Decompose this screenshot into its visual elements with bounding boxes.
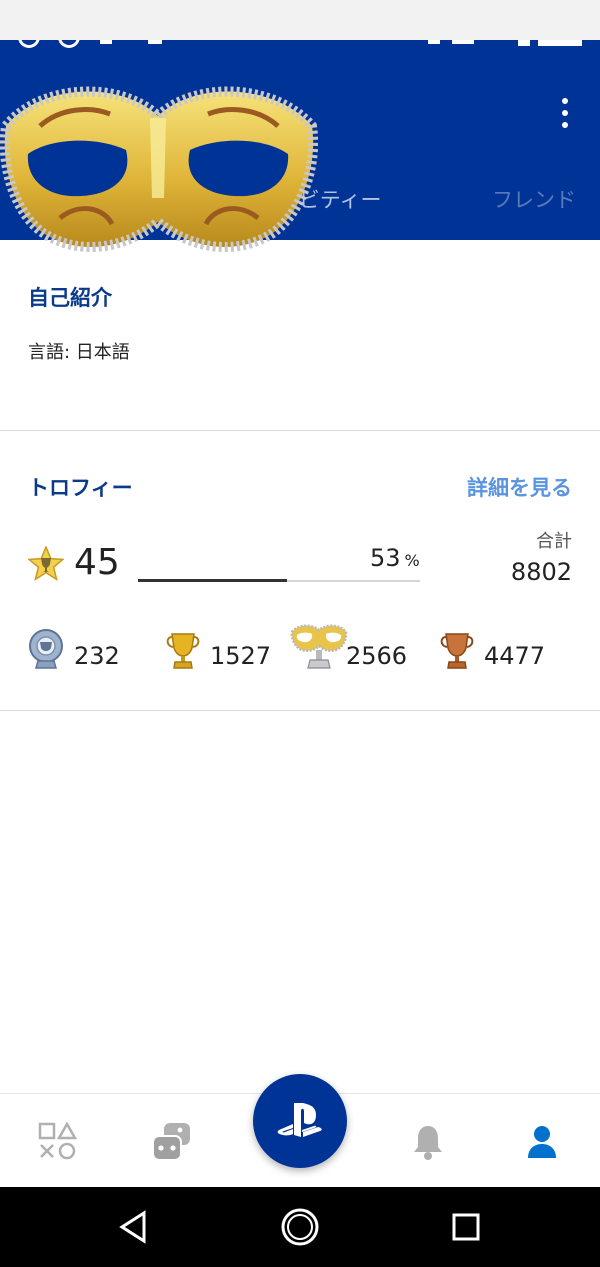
total-label: 合計 — [536, 531, 572, 552]
level-progress-fill — [138, 579, 288, 582]
language-info: 言語: 日本語 — [28, 342, 130, 363]
wifi-icon — [428, 40, 440, 44]
view-details-link[interactable]: 詳細を見る — [467, 472, 572, 502]
battery-icon — [518, 40, 530, 46]
playstation-logo-icon — [277, 1103, 322, 1137]
nav-notifications[interactable] — [406, 1120, 450, 1164]
more-dot — [562, 122, 568, 128]
recents-square-icon — [452, 1213, 480, 1241]
profile-icon — [528, 1126, 556, 1158]
nav-profile[interactable] — [520, 1120, 564, 1164]
signal-icon — [452, 40, 474, 44]
nav-playstation-shapes[interactable] — [36, 1120, 80, 1164]
game-hub-icon — [152, 1123, 190, 1161]
progress-value: 53 — [370, 544, 401, 572]
android-recents-button[interactable] — [444, 1205, 488, 1249]
level-progress-percent: 53% — [370, 544, 420, 572]
playstation-home-button[interactable] — [253, 1074, 347, 1168]
gold-count-value: 1527 — [210, 642, 272, 670]
bronze-trophy-count: 4477 — [438, 628, 558, 674]
bronze-count-value: 4477 — [484, 642, 546, 670]
status-bar — [0, 40, 600, 50]
total-trophies: 8802 — [510, 558, 572, 586]
progress-unit: % — [404, 551, 420, 570]
status-icon — [58, 40, 80, 48]
android-back-button[interactable] — [112, 1205, 156, 1249]
platinum-trophy-icon — [29, 629, 63, 669]
nav-game-hub[interactable] — [150, 1120, 194, 1164]
playstation-shapes-icon — [38, 1121, 78, 1160]
bottom-navigation — [0, 1074, 600, 1187]
intro-section-title: 自己紹介 — [28, 286, 112, 310]
gold-trophy-icon — [166, 633, 200, 669]
android-home-button[interactable] — [278, 1205, 322, 1249]
silver-count-value: 2566 — [346, 642, 408, 670]
bronze-trophy-icon — [440, 633, 474, 669]
status-icon — [100, 40, 112, 44]
back-triangle-icon — [119, 1210, 146, 1244]
status-icon — [18, 40, 40, 48]
top-strip — [0, 0, 600, 40]
trophy-section-title: トロフィー — [28, 476, 133, 500]
more-dot — [562, 98, 568, 104]
platinum-count-value: 232 — [74, 642, 120, 670]
bell-icon — [414, 1126, 442, 1160]
level-progress-bar — [138, 579, 420, 582]
platinum-trophy-count: 232 — [26, 628, 136, 674]
more-dot — [562, 110, 568, 116]
gold-trophy-count: 1527 — [164, 628, 284, 674]
silver-trophy-count: 2566 — [290, 622, 420, 670]
trophy-level: 45 — [74, 542, 120, 583]
tab-friends[interactable]: フレンド — [492, 184, 576, 214]
status-icon — [148, 40, 162, 44]
trophy-level-star-icon — [28, 546, 64, 582]
more-options-button[interactable] — [556, 98, 574, 128]
avatar[interactable] — [0, 78, 318, 278]
section-divider — [0, 710, 600, 711]
home-circle-icon — [281, 1208, 319, 1246]
silver-trophy-icon — [290, 624, 348, 669]
android-nav-bar — [0, 1187, 600, 1267]
clock — [538, 40, 582, 46]
section-divider — [0, 430, 600, 431]
